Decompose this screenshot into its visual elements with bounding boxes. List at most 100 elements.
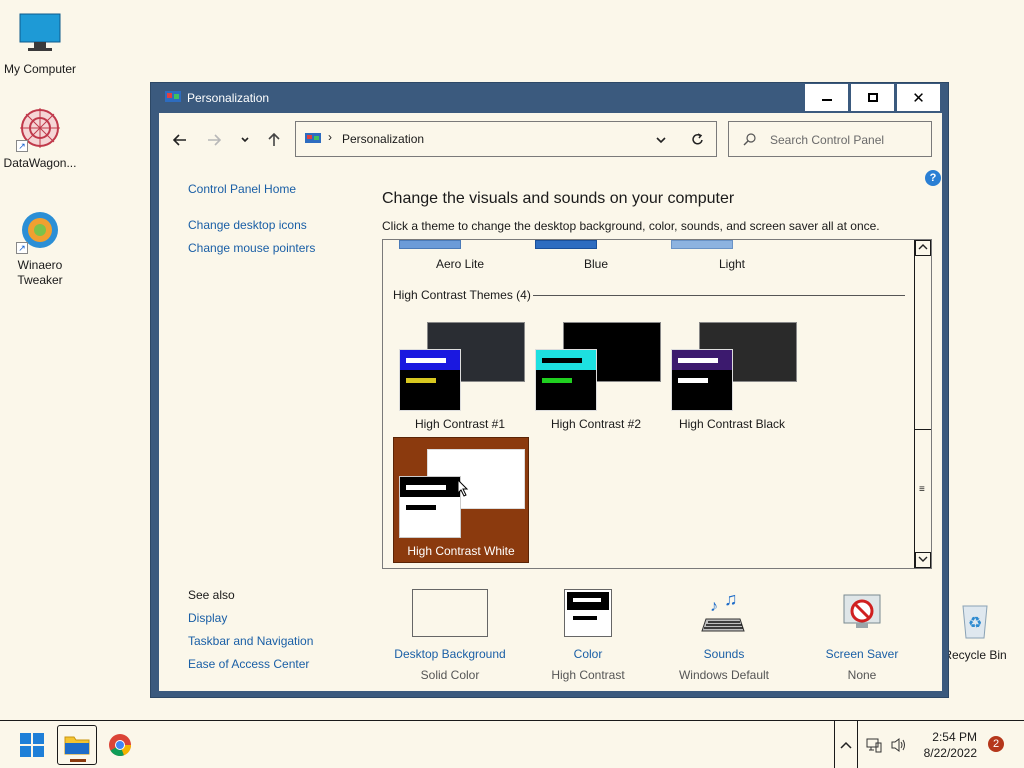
desktop-icon-label: DataWagon... [3, 156, 77, 170]
theme-label: High Contrast #1 [414, 417, 506, 431]
search-placeholder: Search Control Panel [770, 133, 885, 147]
back-button[interactable] [169, 129, 191, 151]
theme-label: Light [718, 257, 746, 271]
search-icon [743, 133, 756, 146]
screen-saver-item[interactable]: Screen Saver None [797, 589, 927, 682]
color-label[interactable]: Color [523, 647, 653, 661]
control-panel-icon [305, 133, 321, 143]
screen-saver-label[interactable]: Screen Saver [797, 647, 927, 661]
theme-label: High Contrast Black [678, 417, 786, 431]
address-bar[interactable]: › Personalization [295, 121, 717, 157]
group-divider [533, 295, 905, 296]
ease-of-access-link[interactable]: Ease of Access Center [188, 657, 309, 671]
sounds-item[interactable]: ♪ ♫ Sounds Windows Default [659, 589, 789, 682]
close-icon: ✕ [912, 89, 925, 107]
display-link[interactable]: Display [188, 611, 227, 625]
recent-locations-button[interactable] [234, 129, 256, 151]
refresh-icon[interactable] [692, 133, 704, 146]
theme-label: High Contrast #2 [550, 417, 642, 431]
back-arrow-icon [173, 134, 186, 146]
up-arrow-icon [268, 133, 280, 146]
monitor-icon [16, 10, 64, 58]
folder-icon [64, 736, 90, 755]
theme-high-contrast-white[interactable]: High Contrast White [393, 437, 529, 563]
clock-time: 2:54 PM [932, 730, 977, 744]
chevron-down-icon [918, 556, 928, 562]
forward-arrow-icon [208, 134, 221, 146]
group-title-high-contrast: High Contrast Themes (4) [393, 288, 531, 302]
chevron-down-icon [241, 137, 249, 143]
volume-icon[interactable] [890, 737, 908, 756]
desktop-background-item[interactable]: Desktop Background Solid Color [385, 589, 515, 682]
desktop-background-icon [412, 589, 488, 637]
up-button[interactable] [263, 129, 285, 151]
close-button[interactable]: ✕ [896, 83, 941, 112]
scroll-down-button[interactable] [915, 552, 931, 568]
theme-label: Aero Lite [435, 257, 485, 271]
svg-text:♪: ♪ [710, 598, 718, 615]
scroll-thumb[interactable]: ≡ [915, 429, 931, 553]
screen-saver-value: None [847, 668, 877, 682]
search-box[interactable]: Search Control Panel [728, 121, 932, 157]
color-value: High Contrast [551, 668, 625, 682]
desktop-icon-label: My Computer [3, 62, 77, 76]
clock-date: 8/22/2022 [923, 746, 977, 760]
breadcrumb-personalization[interactable]: Personalization [342, 132, 424, 146]
scroll-grip-icon: ≡ [919, 484, 925, 495]
color-icon [564, 589, 612, 637]
title-bar[interactable]: Personalization ✕ [151, 83, 948, 113]
theme-label: Blue [583, 257, 609, 271]
taskbar: 2:54 PM 8/22/2022 [0, 720, 1024, 768]
chevron-up-icon [918, 244, 928, 250]
desktop-icon-my-computer[interactable]: My Computer [0, 10, 80, 77]
desktop-icon-label: Winaero Tweaker [17, 258, 63, 287]
desktop-icon-winaero-tweaker[interactable]: ↗ Winaero Tweaker [0, 206, 80, 288]
recycle-bin-icon: ♻ [951, 596, 999, 644]
personalization-icon [165, 91, 181, 104]
windows-logo-icon [20, 733, 44, 757]
winaero-icon: ↗ [16, 206, 64, 254]
sounds-value: Windows Default [678, 668, 770, 682]
page-subtitle: Click a theme to change the desktop back… [382, 219, 880, 233]
change-desktop-icons-link[interactable]: Change desktop icons [188, 218, 307, 232]
minimize-button[interactable] [804, 83, 849, 112]
svg-text:♫: ♫ [724, 589, 738, 609]
window-title: Personalization [187, 91, 270, 105]
page-heading: Change the visuals and sounds on your co… [382, 190, 735, 207]
desktop-icon-datawagon[interactable]: ↗ DataWagon... [0, 104, 80, 171]
show-hidden-icons-button[interactable] [834, 721, 858, 768]
control-panel-home-link[interactable]: Control Panel Home [188, 182, 296, 196]
theme-list: Aero Lite Blue Light High Contrast Theme… [382, 239, 932, 569]
clock[interactable]: 2:54 PM 8/22/2022 [924, 729, 977, 761]
theme-list-scrollbar[interactable]: ≡ [914, 240, 931, 568]
shortcut-arrow-icon: ↗ [16, 242, 28, 254]
see-also-heading: See also [188, 588, 235, 602]
taskbar-navigation-link[interactable]: Taskbar and Navigation [188, 634, 313, 648]
file-explorer-button[interactable] [57, 725, 97, 765]
notification-badge[interactable]: 2 [988, 736, 1004, 752]
help-icon[interactable]: ? [925, 170, 941, 186]
network-icon[interactable] [866, 737, 882, 756]
mouse-cursor-icon [457, 479, 469, 497]
chrome-button[interactable] [100, 725, 140, 765]
sounds-label[interactable]: Sounds [659, 647, 789, 661]
maximize-icon [867, 93, 878, 102]
start-button[interactable] [12, 725, 52, 765]
scroll-up-button[interactable] [915, 240, 931, 256]
desktop-background-label[interactable]: Desktop Background [385, 647, 515, 661]
chevron-up-icon [840, 741, 852, 749]
color-item[interactable]: Color High Contrast [523, 589, 653, 682]
change-mouse-pointers-link[interactable]: Change mouse pointers [188, 241, 315, 255]
forward-button[interactable] [203, 129, 225, 151]
chrome-icon [109, 734, 132, 757]
maximize-button[interactable] [850, 83, 895, 112]
screen-saver-icon [838, 589, 886, 637]
desktop-background-value: Solid Color [420, 668, 480, 682]
shortcut-arrow-icon: ↗ [16, 140, 28, 152]
personalization-window: Personalization ✕ › Personalization Sear… [150, 82, 949, 698]
address-dropdown-chevron-icon[interactable] [656, 137, 666, 144]
breadcrumb-separator-icon: › [328, 130, 332, 144]
datawagon-icon: ↗ [16, 104, 64, 152]
window-client: › Personalization Search Control Panel ?… [159, 113, 942, 691]
svg-text:♻: ♻ [968, 615, 982, 632]
